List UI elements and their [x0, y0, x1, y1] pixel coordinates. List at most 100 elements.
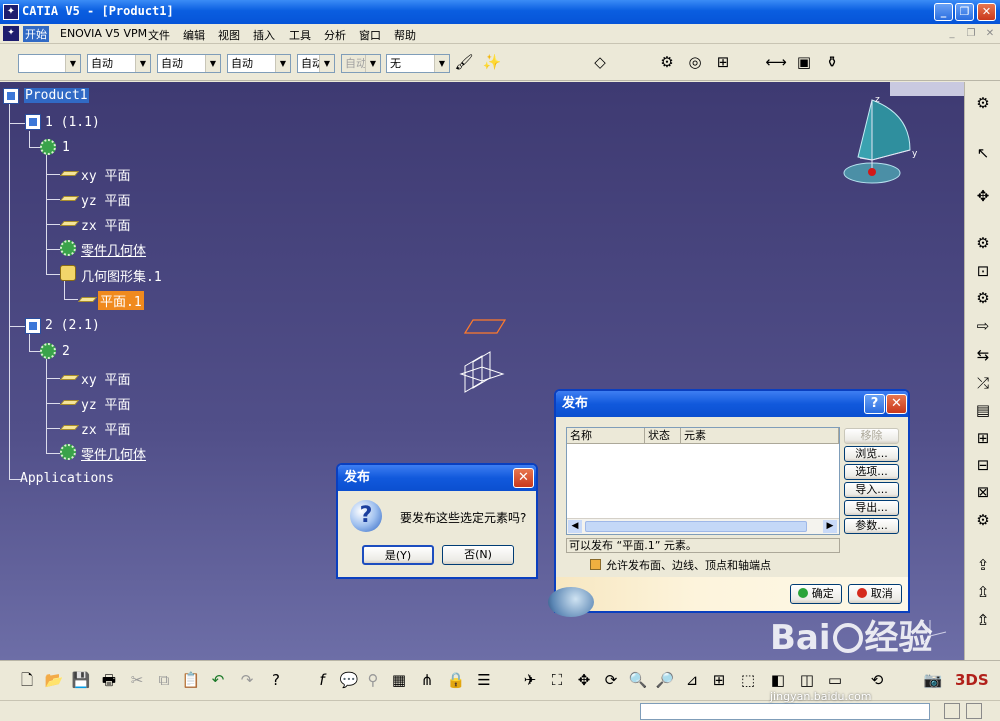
confirm-close-button[interactable]: ✕	[513, 468, 534, 488]
close-window-button[interactable]: ✕	[977, 3, 996, 21]
magic-wand-icon[interactable]: ✨	[481, 51, 503, 73]
update-icon[interactable]: ⇫	[972, 581, 994, 603]
multiview-icon[interactable]: ⊞	[712, 51, 734, 73]
iso-view-icon[interactable]: ⬚	[737, 669, 759, 691]
component-icon[interactable]	[25, 318, 41, 334]
publish-icon[interactable]: ⇬	[972, 609, 994, 631]
multi-view-icon[interactable]: ⊞	[708, 669, 730, 691]
catalog-icon[interactable]: ⚙	[656, 51, 678, 73]
yes-button[interactable]: 是(Y)	[362, 545, 434, 565]
menu-start[interactable]: 开始	[23, 26, 49, 42]
measure-item-icon[interactable]: ▣	[793, 51, 815, 73]
inertia-icon[interactable]: ⚱	[821, 51, 843, 73]
fit-all-icon[interactable]: ⛶	[546, 669, 568, 691]
manipulation-icon[interactable]: ⊠	[972, 481, 994, 503]
column-element[interactable]: 元素	[681, 428, 839, 444]
existing-component-icon[interactable]: ⇨	[972, 315, 994, 337]
fly-mode-icon[interactable]: ✈	[519, 669, 541, 691]
menu-window[interactable]: 窗口	[359, 27, 381, 43]
menu-view[interactable]: 视图	[218, 27, 240, 43]
menu-insert[interactable]: 插入	[253, 27, 275, 43]
measure-icon[interactable]: ⟷	[765, 51, 787, 73]
tree-node-xy-plane-2[interactable]: xy 平面	[81, 369, 130, 388]
cut-icon[interactable]: ✂	[126, 669, 148, 691]
browse-button[interactable]: 浏览...	[844, 446, 899, 462]
geometrical-set-icon[interactable]	[60, 265, 76, 281]
knowledge-icon[interactable]: ⚲	[362, 669, 384, 691]
plane-icon[interactable]	[59, 425, 80, 430]
product-icon[interactable]	[3, 88, 19, 104]
help-button[interactable]: ?	[864, 394, 885, 414]
render-icon[interactable]: ⟲	[866, 669, 888, 691]
linetype-dropdown[interactable]: 自动 ▼	[157, 54, 221, 73]
allow-publish-checkbox[interactable]	[590, 559, 601, 570]
tree-node-yz-plane-2[interactable]: yz 平面	[81, 394, 130, 413]
painter-icon[interactable]: 🖌	[453, 51, 475, 73]
scroll-left-icon[interactable]: ◀	[568, 520, 582, 533]
catia-icon[interactable]: ✦	[3, 4, 19, 20]
status-options-button[interactable]	[966, 703, 982, 719]
component-icon[interactable]	[25, 114, 41, 130]
constraint-icon[interactable]: ⇪	[972, 554, 994, 576]
move-icon[interactable]: ✥	[972, 185, 994, 207]
tree-node-xy-plane-1[interactable]: xy 平面	[81, 165, 130, 184]
new-file-icon[interactable]: 🗋	[16, 669, 38, 691]
select-arrow-icon[interactable]: ↖	[972, 142, 994, 164]
doc-minimize-button[interactable]: _	[945, 27, 959, 40]
zoom-in-icon[interactable]: 🔍	[627, 669, 649, 691]
menu-enovia[interactable]: ENOVIA V5 VPM	[60, 27, 147, 40]
multi-instantiation-icon[interactable]: ⊞	[972, 427, 994, 449]
compass-icon[interactable]: z y	[838, 92, 928, 192]
import-button[interactable]: 导入...	[844, 482, 899, 498]
menu-analyze[interactable]: 分析	[324, 27, 346, 43]
published-elements-list[interactable]: 名称 状态 元素 ◀ ▶	[566, 427, 840, 535]
tree-node-instance-1[interactable]: 1 (1.1)	[45, 115, 100, 130]
new-product-icon[interactable]: ⊡	[972, 260, 994, 282]
normal-view-icon[interactable]: ⊿	[681, 669, 703, 691]
point-symbol-dropdown[interactable]: 自动 ▼	[297, 54, 335, 73]
command-input[interactable]	[640, 703, 930, 720]
lock-icon[interactable]: 🔒	[445, 669, 467, 691]
tree-node-part-body-2[interactable]: 零件几何体	[81, 444, 146, 463]
cancel-button[interactable]: 取消	[848, 584, 902, 604]
menu-file[interactable]: 文件	[148, 27, 170, 43]
export-button[interactable]: 导出...	[844, 500, 899, 516]
tree-structure-icon[interactable]: ⋔	[416, 669, 438, 691]
list-icon[interactable]: ☰	[473, 669, 495, 691]
part-icon[interactable]	[40, 343, 56, 359]
horizontal-scrollbar[interactable]: ◀ ▶	[567, 518, 839, 534]
color-dropdown[interactable]: ▼	[18, 54, 81, 73]
copy-icon[interactable]: ⧉	[153, 669, 175, 691]
menu-edit[interactable]: 编辑	[183, 27, 205, 43]
options-button[interactable]: 选项...	[844, 464, 899, 480]
table-icon[interactable]: ▦	[388, 669, 410, 691]
part-icon[interactable]	[40, 139, 56, 155]
tree-node-product1[interactable]: Product1	[24, 88, 89, 103]
remove-button[interactable]: 移除	[844, 428, 899, 444]
tree-node-applications[interactable]: Applications	[20, 471, 114, 486]
undo-icon[interactable]: ↶	[207, 669, 229, 691]
material-icon[interactable]: ◎	[684, 51, 706, 73]
lineweight-dropdown[interactable]: 自动 ▼	[227, 54, 291, 73]
hide-show-icon[interactable]: ◫	[796, 669, 818, 691]
ok-button[interactable]: 确定	[790, 584, 842, 604]
pan-icon[interactable]: ✥	[573, 669, 595, 691]
generate-numbering-icon[interactable]: ▤	[972, 399, 994, 421]
no-button[interactable]: 否(N)	[442, 545, 514, 565]
replace-component-icon[interactable]: ⇆	[972, 344, 994, 366]
status-stop-button[interactable]	[944, 703, 960, 719]
plane-icon[interactable]	[59, 196, 80, 201]
tree-node-part-1[interactable]: 1	[62, 140, 70, 155]
tree-node-part-body-1[interactable]: 零件几何体	[81, 240, 146, 259]
rendering-dropdown[interactable]: 自动 ▼	[341, 54, 381, 73]
open-folder-icon[interactable]: 📂	[43, 669, 65, 691]
eraser-icon[interactable]: ◇	[589, 51, 611, 73]
plane-icon[interactable]	[77, 297, 98, 302]
plane-icon[interactable]	[59, 171, 80, 176]
rotate-icon[interactable]: ⟳	[600, 669, 622, 691]
plane-icon[interactable]	[59, 400, 80, 405]
whats-this-icon[interactable]: ?	[265, 669, 287, 691]
tree-node-zx-plane-2[interactable]: zx 平面	[81, 419, 130, 438]
part-body-icon[interactable]	[60, 444, 76, 460]
parameters-button[interactable]: 参数...	[844, 518, 899, 534]
